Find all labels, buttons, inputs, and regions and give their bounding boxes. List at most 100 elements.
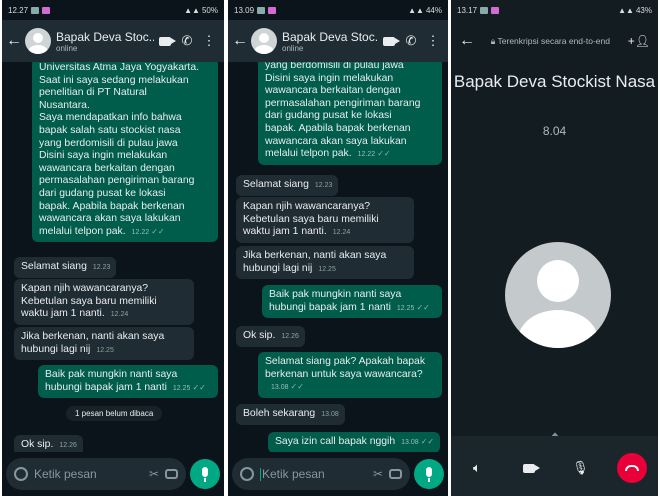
end-call-button[interactable]	[617, 453, 648, 483]
message-text: Baik pak mungkin nanti saya hubungi bapa…	[269, 289, 402, 313]
message-bubble[interactable]: Kapan njih wawancaranya? Kebetulan saya …	[14, 279, 194, 325]
message-list[interactable]: yang berdomisili di pulau jawa Disini sa…	[228, 62, 448, 452]
speaker-icon: 🔈︎	[472, 460, 481, 475]
message-text: Boleh sekarang	[243, 408, 316, 419]
message-time: 13.08	[401, 439, 419, 446]
message-bubble[interactable]: Jika berkenan, nanti akan saya hubungi l…	[14, 327, 194, 361]
phone-call-icon[interactable]: ✆	[176, 33, 198, 49]
camera-icon[interactable]	[165, 469, 178, 479]
read-receipt-icon: ✓✓	[420, 437, 435, 446]
message-bubble[interactable]: Baik pak mungkin nanti saya hubungi bapa…	[38, 365, 218, 399]
microphone-button[interactable]	[190, 459, 220, 489]
message-time: 12.25	[172, 384, 191, 392]
speaker-button[interactable]: 🔈︎	[462, 453, 492, 483]
contact-info[interactable]: Bapak Deva Stoc... online	[56, 30, 154, 53]
camera-icon[interactable]	[389, 469, 402, 479]
message-bubble[interactable]: Universitas Atma Jaya Yogyakarta. Saat i…	[32, 62, 218, 243]
message-text: Ok sip.	[243, 330, 276, 341]
lock-icon: 🔒︎	[490, 35, 498, 46]
phone-call-icon[interactable]: ✆	[400, 33, 422, 49]
placeholder-text: Ketik pesan	[262, 466, 325, 481]
message-bubble[interactable]: Selamat siang 12.23	[14, 257, 117, 278]
text-cursor	[260, 468, 261, 482]
message-bubble[interactable]: Baik pak mungkin nanti saya hubungi bapa…	[262, 285, 442, 319]
read-receipt-icon: ✓✓	[416, 302, 430, 312]
back-arrow-icon[interactable]: ←	[232, 32, 248, 50]
input-placeholder: Ketik pesan	[34, 467, 97, 481]
message-composer: Ketik pesan ✂	[2, 452, 224, 496]
message-input[interactable]: Ketik pesan ✂	[6, 458, 186, 490]
message-text: Saya izin call bapak nggih	[275, 436, 396, 447]
video-call-icon[interactable]	[154, 34, 176, 49]
message-text: Baik pak mungkin nanti saya hubungi bapa…	[45, 369, 178, 393]
emoji-icon[interactable]	[14, 467, 28, 481]
message-input[interactable]: Ketik pesan ✂	[232, 458, 410, 490]
message-time: 12.24	[332, 229, 351, 237]
emoji-icon[interactable]	[240, 467, 254, 481]
message-bubble[interactable]: Selamat siang 12.23	[236, 175, 339, 196]
message-composer: Ketik pesan ✂	[228, 452, 448, 496]
message-bubble[interactable]: Jika berkenan, nanti akan saya hubungi l…	[236, 246, 414, 280]
message-bubble[interactable]: Boleh sekarang 13.08	[236, 404, 345, 425]
message-text: Selamat siang	[243, 179, 309, 190]
read-receipt-icon: ✓✓	[377, 149, 391, 159]
call-header: ← 🔒︎ Terenkripsi secara end-to-end +👤︎	[451, 28, 658, 54]
attach-icon[interactable]: ✂	[373, 467, 383, 481]
battery-level: 50%	[201, 5, 218, 15]
add-participant-icon[interactable]: +👤︎	[628, 34, 650, 48]
message-bubble[interactable]: yang berdomisili di pulau jawa Disini sa…	[258, 62, 442, 165]
message-bubble[interactable]: Selamat siang pak? Apakah bapak berkenan…	[258, 352, 442, 398]
contact-status: online	[56, 43, 78, 53]
read-receipt-icon: ✓✓	[151, 226, 165, 236]
chat-screen-1: 12.27 ▲▲ 50% ← Bapak Deva Stoc... online…	[2, 0, 224, 496]
message-time: 12.26	[281, 333, 299, 340]
call-controls: 🔈︎ 🎙︎	[451, 436, 658, 496]
video-toggle-button[interactable]	[514, 453, 544, 483]
notification-icon	[268, 6, 277, 14]
chat-header: ← Bapak Deva Stoc... online ✆ ⋮	[228, 20, 448, 62]
mute-button[interactable]: 🎙︎	[565, 453, 595, 483]
avatar[interactable]	[251, 28, 277, 54]
message-bubble[interactable]: Saya izin call bapak nggih 13.08 ✓✓	[268, 432, 441, 452]
video-call-icon[interactable]	[378, 34, 400, 49]
gallery-icon	[257, 6, 266, 14]
battery-level: 43%	[635, 5, 652, 15]
status-time: 12.27	[8, 5, 29, 15]
notification-icon	[491, 6, 500, 14]
message-time: 12.24	[110, 311, 129, 319]
message-bubble[interactable]: Ok sip. 12.26	[14, 435, 83, 452]
read-receipt-icon: ✓✓	[290, 382, 304, 392]
call-duration: 8.04	[542, 124, 567, 138]
signal-icon: ▲▲	[184, 5, 200, 15]
message-time: 12.23	[314, 182, 333, 189]
message-time: 12.22	[357, 151, 376, 159]
more-options-icon[interactable]: ⋮	[198, 33, 220, 49]
message-text: yang berdomisili di pulau jawa Disini sa…	[265, 62, 421, 160]
unread-messages-divider: 1 pesan belum dibaca	[66, 406, 163, 421]
microphone-button[interactable]	[414, 459, 444, 489]
back-arrow-icon[interactable]: ←	[6, 32, 22, 50]
signal-icon: ▲▲	[618, 5, 634, 15]
caller-name: Bapak Deva Stockist Nasa	[453, 72, 656, 91]
message-list[interactable]: Universitas Atma Jaya Yogyakarta. Saat i…	[2, 62, 224, 452]
message-text: Selamat siang pak? Apakah bapak berkenan…	[265, 356, 426, 380]
message-bubble[interactable]: Ok sip. 12.26	[236, 326, 305, 347]
message-bubble[interactable]: Kapan njih wawancaranya? Kebetulan saya …	[236, 197, 414, 243]
attach-icon[interactable]: ✂	[149, 467, 159, 481]
more-options-icon[interactable]: ⋮	[422, 33, 444, 49]
avatar[interactable]	[25, 28, 51, 54]
read-receipt-icon: ✓✓	[192, 382, 206, 392]
voice-call-screen: 13.17 ▲▲ 43% ← 🔒︎ Terenkripsi secara end…	[451, 0, 658, 496]
status-bar: 13.17 ▲▲ 43%	[451, 0, 658, 20]
gallery-icon	[31, 6, 40, 14]
contact-info[interactable]: Bapak Deva Stoc... online	[282, 30, 378, 53]
video-icon	[522, 463, 540, 473]
chat-header: ← Bapak Deva Stoc... online ✆ ⋮	[2, 20, 224, 62]
call-active-icon	[480, 6, 489, 14]
caller-avatar	[505, 242, 611, 348]
message-time: 12.22	[131, 228, 150, 236]
back-arrow-icon[interactable]: ←	[459, 32, 475, 50]
mic-off-icon: 🎙︎	[572, 460, 589, 475]
status-bar: 13.09 ▲▲ 44%	[228, 0, 448, 20]
message-text: Jika berkenan, nanti akan saya hubungi l…	[243, 250, 387, 274]
